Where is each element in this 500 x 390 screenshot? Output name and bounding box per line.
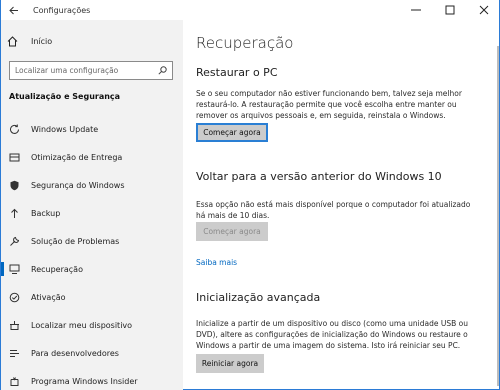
backup-arrow-icon — [7, 208, 21, 219]
reset-start-button[interactable]: Começar agora — [196, 123, 268, 142]
sidebar-item-label: Programa Windows Insider — [31, 376, 138, 386]
close-button[interactable] — [467, 0, 500, 20]
find-device-icon — [7, 320, 21, 331]
sidebar-item-recovery[interactable]: Recuperação — [1, 255, 183, 283]
page-title: Recuperação — [196, 34, 294, 52]
home-link[interactable]: Início — [7, 36, 52, 47]
wrench-icon — [7, 236, 21, 247]
sidebar-item-troubleshoot[interactable]: Solução de Problemas — [1, 227, 183, 255]
home-label: Início — [31, 37, 53, 46]
title-bar: Configurações — [1, 0, 500, 20]
learn-more-link[interactable]: Saiba mais — [196, 258, 237, 267]
sidebar-item-label: Ativação — [31, 292, 66, 302]
sidebar: Início Atualização e Segurança Windows U… — [1, 20, 183, 390]
settings-window: Configurações Início Atualiza — [0, 0, 500, 390]
back-arrow-icon[interactable] — [1, 0, 27, 20]
sidebar-item-label: Segurança do Windows — [31, 180, 125, 190]
sidebar-item-activation[interactable]: Ativação — [1, 283, 183, 311]
sidebar-item-delivery-optimization[interactable]: Otimização de Entrega — [1, 143, 183, 171]
search-box[interactable] — [9, 61, 173, 80]
recovery-icon — [7, 264, 21, 275]
activation-check-icon — [7, 292, 21, 303]
sidebar-item-windows-update[interactable]: Windows Update — [1, 115, 183, 143]
search-input[interactable] — [15, 66, 145, 75]
nav-list: Windows Update Otimização de Entrega Seg… — [1, 115, 183, 390]
sidebar-item-windows-security[interactable]: Segurança do Windows — [1, 171, 183, 199]
go-back-heading: Voltar para a versão anterior do Windows… — [196, 170, 442, 183]
home-icon — [7, 36, 21, 47]
advanced-startup-heading: Inicialização avançada — [196, 291, 321, 304]
sidebar-item-label: Otimização de Entrega — [31, 152, 123, 162]
insider-icon — [7, 376, 21, 387]
advanced-startup-description: Inicialize a partir de um dispositivo ou… — [196, 319, 468, 350]
developer-icon — [7, 348, 21, 359]
minimize-button[interactable] — [399, 0, 433, 20]
sidebar-item-backup[interactable]: Backup — [1, 199, 183, 227]
search-icon[interactable] — [158, 66, 167, 75]
sidebar-item-label: Localizar meu dispositivo — [31, 320, 133, 330]
go-back-start-button[interactable]: Começar agora — [196, 222, 268, 241]
sidebar-item-find-device[interactable]: Localizar meu dispositivo — [1, 311, 183, 339]
main-content: Recuperação Restaurar o PC Se o seu comp… — [183, 20, 500, 390]
sidebar-item-label: Backup — [31, 208, 61, 218]
reset-pc-description: Se o seu computador não estiver funciona… — [196, 89, 462, 120]
window-title: Configurações — [33, 5, 91, 15]
scrollbar[interactable] — [497, 46, 499, 386]
delivery-icon — [7, 152, 21, 163]
sidebar-item-label: Windows Update — [31, 124, 99, 134]
sidebar-item-insider[interactable]: Programa Windows Insider — [1, 367, 183, 390]
section-title: Atualização e Segurança — [9, 92, 121, 101]
sidebar-item-developers[interactable]: Para desenvolvedores — [1, 339, 183, 367]
sidebar-item-label: Solução de Problemas — [31, 236, 120, 246]
reset-pc-heading: Restaurar o PC — [196, 66, 278, 79]
refresh-icon — [7, 124, 21, 135]
shield-icon — [7, 180, 21, 191]
restart-now-button[interactable]: Reiniciar agora — [196, 354, 264, 373]
sidebar-item-label: Para desenvolvedores — [31, 348, 119, 358]
sidebar-item-label: Recuperação — [31, 264, 83, 274]
maximize-button[interactable] — [433, 0, 467, 20]
go-back-description: Essa opção não está mais disponível porq… — [196, 200, 471, 220]
